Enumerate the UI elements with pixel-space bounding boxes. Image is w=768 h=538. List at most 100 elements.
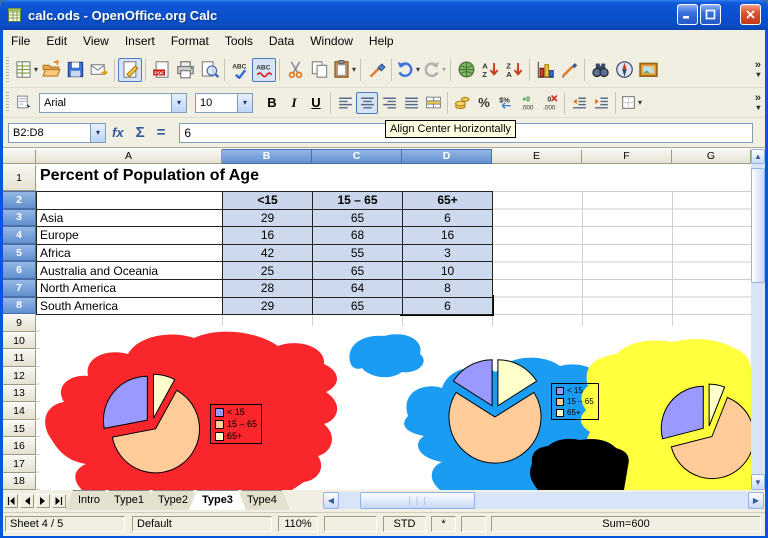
- cell-A4[interactable]: Europe: [37, 227, 223, 245]
- row-header-17[interactable]: 17: [3, 455, 36, 473]
- cell-D5[interactable]: 3: [403, 245, 493, 263]
- cell-A3[interactable]: Asia: [37, 210, 223, 228]
- toolbar-grip[interactable]: [6, 57, 9, 82]
- find-replace-button[interactable]: [588, 58, 612, 82]
- cell-A2[interactable]: [37, 192, 223, 210]
- copy-button[interactable]: [307, 58, 331, 82]
- status-sum[interactable]: Sum=600: [491, 516, 761, 532]
- delete-decimal-button[interactable]: 0.000: [539, 92, 561, 114]
- status-sheet-position[interactable]: Sheet 4 / 5: [5, 516, 125, 532]
- cell-B5[interactable]: 42: [223, 245, 313, 263]
- cell-A7[interactable]: North America: [37, 280, 223, 298]
- map-pie-chart-object[interactable]: < 15 15 – 65 65+ < 15 15 – 65 65+: [40, 326, 751, 490]
- increase-indent-button[interactable]: [590, 92, 612, 114]
- horizontal-scrollbar-thumb[interactable]: ❘❘❘: [360, 492, 475, 509]
- minimize-button[interactable]: [677, 4, 698, 25]
- cell-C5[interactable]: 55: [313, 245, 403, 263]
- align-justified-button[interactable]: [400, 92, 422, 114]
- navigator-button[interactable]: [612, 58, 636, 82]
- edit-file-button[interactable]: [118, 58, 142, 82]
- cell-C3[interactable]: 65: [313, 210, 403, 228]
- name-box-dropdown-icon[interactable]: ▾: [90, 124, 105, 142]
- row-header-6[interactable]: 6: [3, 261, 36, 279]
- cell-D8[interactable]: 6: [403, 298, 493, 316]
- column-header-A[interactable]: A: [36, 149, 222, 164]
- align-right-button[interactable]: [378, 92, 400, 114]
- cell-C2[interactable]: 15 – 65: [313, 192, 403, 210]
- row-header-16[interactable]: 16: [3, 437, 36, 455]
- underline-button[interactable]: U: [305, 92, 327, 114]
- row-header-11[interactable]: 11: [3, 349, 36, 367]
- sort-descending-button[interactable]: ZA: [502, 58, 526, 82]
- row-header-5[interactable]: 5: [3, 244, 36, 262]
- cell-B8[interactable]: 29: [223, 298, 313, 316]
- row-header-3[interactable]: 3: [3, 209, 36, 227]
- show-draw-functions-button[interactable]: [557, 58, 581, 82]
- spellcheck-button[interactable]: ABC: [228, 58, 252, 82]
- toolbar-grip[interactable]: [6, 92, 9, 112]
- row-header-4[interactable]: 4: [3, 226, 36, 244]
- save-button[interactable]: [63, 58, 87, 82]
- scroll-down-button[interactable]: ▼: [751, 474, 765, 490]
- first-sheet-button[interactable]: [4, 494, 18, 508]
- maximize-button[interactable]: [700, 4, 721, 25]
- percent-format-button[interactable]: %: [473, 92, 495, 114]
- font-name-combo[interactable]: Arial▾: [39, 93, 187, 113]
- row-header-12[interactable]: 12: [3, 367, 36, 385]
- sort-ascending-button[interactable]: AZ: [478, 58, 502, 82]
- insert-chart-button[interactable]: [533, 58, 557, 82]
- status-page-style[interactable]: Default: [132, 516, 272, 532]
- sum-button[interactable]: Σ: [136, 124, 145, 141]
- column-header-F[interactable]: F: [582, 149, 672, 164]
- function-button[interactable]: =: [157, 124, 166, 141]
- bold-button[interactable]: B: [261, 92, 283, 114]
- row-header-18[interactable]: 18: [3, 473, 36, 490]
- font-size-dropdown-icon[interactable]: ▾: [237, 94, 252, 112]
- next-sheet-button[interactable]: [36, 494, 50, 508]
- function-wizard-button[interactable]: fx: [112, 125, 124, 140]
- styles-formatting-button[interactable]: [13, 92, 35, 114]
- scroll-up-button[interactable]: ▲: [751, 149, 765, 164]
- standard-format-button[interactable]: $%: [495, 92, 517, 114]
- column-header-C[interactable]: C: [312, 149, 402, 164]
- menu-data[interactable]: Data: [261, 31, 302, 51]
- auto-spellcheck-button[interactable]: ABC: [252, 58, 276, 82]
- undo-button[interactable]: ▾: [395, 58, 421, 82]
- cell-D7[interactable]: 8: [403, 280, 493, 298]
- cell-B3[interactable]: 29: [223, 210, 313, 228]
- gallery-button[interactable]: [636, 58, 660, 82]
- cell-D3[interactable]: 6: [403, 210, 493, 228]
- open-button[interactable]: [39, 58, 63, 82]
- cell-A1-title[interactable]: Percent of Population of Age: [40, 167, 259, 185]
- menu-help[interactable]: Help: [361, 31, 402, 51]
- cell-B7[interactable]: 28: [223, 280, 313, 298]
- cell-C6[interactable]: 65: [313, 262, 403, 280]
- cell-A6[interactable]: Australia and Oceania: [37, 262, 223, 280]
- decrease-indent-button[interactable]: [568, 92, 590, 114]
- font-name-dropdown-icon[interactable]: ▾: [171, 94, 186, 112]
- last-sheet-button[interactable]: [52, 494, 66, 508]
- column-header-G[interactable]: G: [672, 149, 751, 164]
- pie-legend-europe[interactable]: < 15 15 – 65 65+: [551, 383, 599, 420]
- row-header-10[interactable]: 10: [3, 332, 36, 350]
- select-all-corner[interactable]: [3, 149, 36, 164]
- menu-tools[interactable]: Tools: [217, 31, 261, 51]
- status-hyperlink-mode[interactable]: [461, 516, 486, 532]
- italic-button[interactable]: I: [283, 92, 305, 114]
- format-paintbrush-button[interactable]: [364, 58, 388, 82]
- cell-D6[interactable]: 10: [403, 262, 493, 280]
- row-header-14[interactable]: 14: [3, 402, 36, 420]
- menu-window[interactable]: Window: [302, 31, 361, 51]
- vertical-scrollbar-thumb[interactable]: [751, 168, 765, 283]
- name-box[interactable]: B2:D8▾: [8, 123, 106, 143]
- row-header-13[interactable]: 13: [3, 385, 36, 403]
- status-selection-mode[interactable]: STD: [383, 516, 426, 532]
- email-button[interactable]: [87, 58, 111, 82]
- cell-D2[interactable]: 65+: [403, 192, 493, 210]
- font-size-combo[interactable]: 10▾: [195, 93, 253, 113]
- pie-legend-north-america[interactable]: < 15 15 – 65 65+: [210, 404, 262, 444]
- redo-button[interactable]: ▾: [421, 58, 447, 82]
- new-document-button[interactable]: ▾: [13, 58, 39, 82]
- cell-A5[interactable]: Africa: [37, 245, 223, 263]
- status-insert-mode[interactable]: [324, 516, 377, 532]
